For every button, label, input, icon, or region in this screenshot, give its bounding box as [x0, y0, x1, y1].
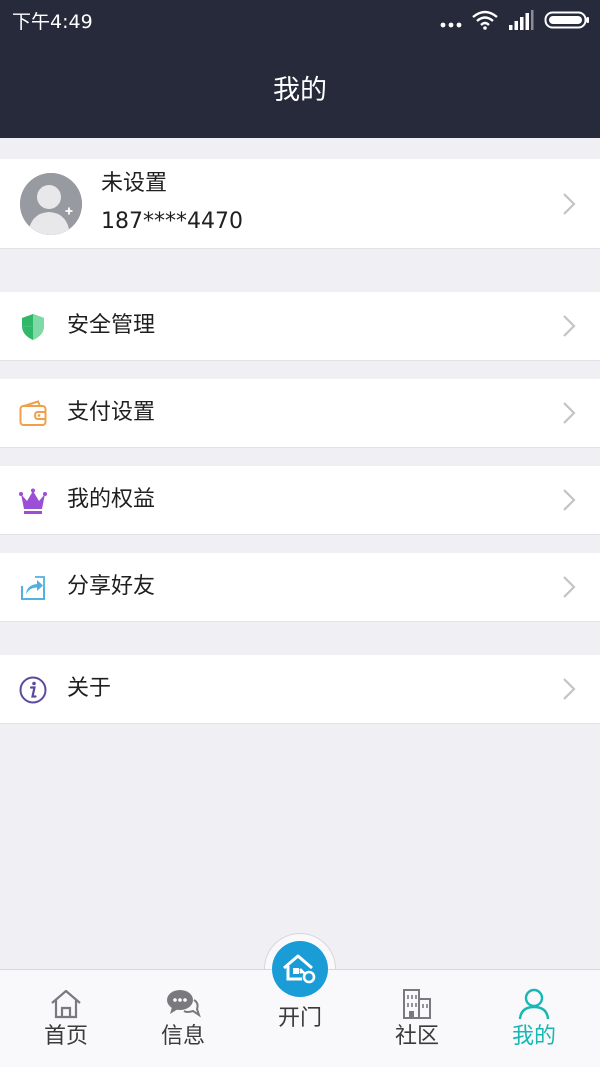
chevron-right-icon — [563, 193, 576, 215]
chevron-right-icon — [563, 402, 576, 424]
menu-item-about[interactable]: 关于 — [0, 655, 600, 724]
wifi-icon — [472, 10, 498, 34]
chevron-right-icon — [563, 489, 576, 511]
signal-icon — [508, 10, 534, 34]
status-bar: 下午4:49 — [0, 0, 600, 44]
user-icon — [518, 988, 550, 1020]
door-key-icon — [283, 954, 316, 984]
menu-item-security[interactable]: 安全管理 — [0, 292, 600, 361]
tab-label: 信息 — [160, 1024, 205, 1049]
wallet-icon — [19, 400, 47, 426]
menu-item-share[interactable]: 分享好友 — [0, 553, 600, 622]
profile-name: 未设置 — [101, 171, 168, 196]
menu-item-label: 分享好友 — [67, 574, 156, 599]
tab-label: 开门 — [277, 1006, 322, 1031]
tab-messages[interactable]: 信息 — [143, 986, 223, 1052]
home-icon — [51, 989, 81, 1019]
tab-open-door[interactable] — [272, 941, 328, 997]
battery-icon — [544, 10, 590, 34]
tab-community[interactable]: 社区 — [377, 986, 457, 1052]
tab-label: 首页 — [43, 1024, 88, 1049]
status-time: 下午4:49 — [12, 11, 93, 33]
more-dots-icon — [440, 13, 462, 32]
status-icons — [430, 8, 590, 36]
menu-item-label: 关于 — [67, 676, 112, 701]
page-title: 我的 — [273, 75, 327, 106]
info-icon — [19, 676, 47, 704]
message-icon — [167, 990, 201, 1018]
menu-item-payment[interactable]: 支付设置 — [0, 379, 600, 448]
tab-home[interactable]: 首页 — [26, 986, 106, 1052]
building-icon — [403, 989, 431, 1019]
avatar-placeholder-icon[interactable] — [20, 173, 82, 235]
profile-card[interactable]: 未设置 187****4470 — [0, 159, 600, 249]
crown-icon — [19, 488, 47, 514]
tab-mine[interactable]: 我的 — [494, 986, 574, 1052]
menu-item-label: 安全管理 — [67, 313, 156, 338]
shield-icon — [22, 314, 44, 340]
tab-label: 社区 — [394, 1024, 439, 1049]
menu-item-benefits[interactable]: 我的权益 — [0, 466, 600, 535]
share-icon — [21, 576, 45, 600]
chevron-right-icon — [563, 576, 576, 598]
menu-item-label: 我的权益 — [67, 487, 156, 512]
tab-label: 我的 — [511, 1024, 556, 1049]
chevron-right-icon — [563, 678, 576, 700]
menu-item-label: 支付设置 — [67, 400, 156, 425]
profile-phone: 187****4470 — [101, 209, 243, 234]
title-bar: 我的 — [0, 44, 600, 138]
chevron-right-icon — [563, 315, 576, 337]
